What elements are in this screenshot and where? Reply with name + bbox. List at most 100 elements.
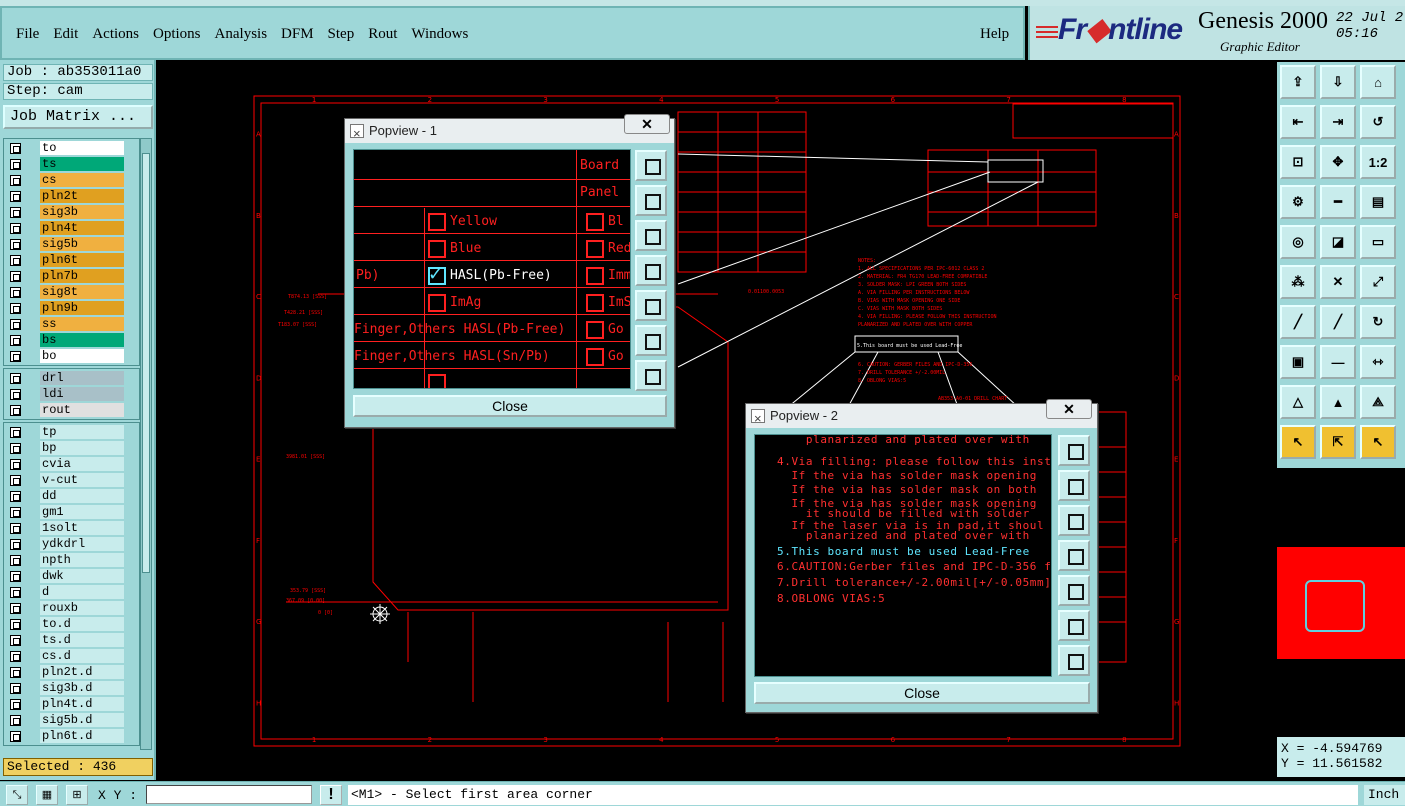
menu-edit[interactable]: Edit bbox=[53, 26, 78, 43]
layer-checkbox[interactable] bbox=[10, 427, 21, 438]
layer-checkbox[interactable] bbox=[10, 351, 21, 362]
layer-checkbox[interactable] bbox=[10, 571, 21, 582]
layer-name[interactable]: to.d bbox=[40, 617, 124, 631]
pad-icon[interactable]: ▣ bbox=[1280, 345, 1316, 379]
layer-name[interactable]: cvia bbox=[40, 457, 124, 471]
layer-checkbox[interactable] bbox=[10, 523, 21, 534]
pointer-box-icon[interactable]: ⇱ bbox=[1320, 425, 1356, 459]
layer-name[interactable]: bp bbox=[40, 441, 124, 455]
layer-row[interactable]: bs bbox=[4, 332, 139, 348]
layer-name[interactable]: pln2t bbox=[40, 189, 124, 203]
layer-checkbox[interactable] bbox=[10, 731, 21, 742]
layer-row[interactable]: pln4t.d bbox=[4, 696, 139, 712]
layer-checkbox[interactable] bbox=[10, 223, 21, 234]
slash-blue-icon[interactable]: ╱ bbox=[1320, 305, 1356, 339]
arc-icon[interactable]: ↻ bbox=[1360, 305, 1396, 339]
checkbox[interactable] bbox=[428, 374, 446, 388]
layer-checkbox[interactable] bbox=[10, 271, 21, 282]
pan-right-icon[interactable]: ⇥ bbox=[1320, 105, 1356, 139]
layer-row[interactable]: pln6t bbox=[4, 252, 139, 268]
layer-checkbox[interactable] bbox=[10, 207, 21, 218]
triangle-icon[interactable]: △ bbox=[1280, 385, 1316, 419]
layer-row[interactable]: cs.d bbox=[4, 648, 139, 664]
layer-name[interactable]: gm1 bbox=[40, 505, 124, 519]
layer-checkbox[interactable] bbox=[10, 619, 21, 630]
fit-icon[interactable] bbox=[635, 325, 667, 356]
zoom-ratio-button[interactable]: 1:2 bbox=[1360, 145, 1396, 179]
zoom-window-icon[interactable]: ⤡ bbox=[6, 785, 28, 805]
layer-name[interactable]: ydkdrl bbox=[40, 537, 124, 551]
layer-checkbox[interactable] bbox=[10, 239, 21, 250]
layer-name[interactable]: ts.d bbox=[40, 633, 124, 647]
checkbox[interactable] bbox=[586, 348, 604, 366]
layer-name[interactable]: pln7b bbox=[40, 269, 124, 283]
zoom-in-icon[interactable] bbox=[635, 185, 667, 216]
scrollbar-thumb[interactable] bbox=[142, 153, 150, 573]
layer-name[interactable]: pln9b bbox=[40, 301, 124, 315]
layer-row[interactable]: ydkdrl bbox=[4, 536, 139, 552]
line-icon[interactable]: ━ bbox=[1320, 185, 1356, 219]
layer-row[interactable]: sig8t bbox=[4, 284, 139, 300]
layers-icon[interactable]: ▤ bbox=[1360, 185, 1396, 219]
measure-icon[interactable]: ◪ bbox=[1320, 225, 1356, 259]
layer-name[interactable]: tp bbox=[40, 425, 124, 439]
menu-help[interactable]: Help bbox=[980, 26, 1009, 43]
layer-row[interactable]: to bbox=[4, 140, 139, 156]
menu-analysis[interactable]: Analysis bbox=[215, 26, 268, 43]
layer-row[interactable]: d bbox=[4, 584, 139, 600]
graphic-canvas[interactable]: NOTES: 1. ALL SPECIFICATIONS PER IPC-601… bbox=[158, 62, 1276, 780]
connect-icon[interactable]: ⤢ bbox=[1360, 265, 1396, 299]
layer-name[interactable]: sig5b.d bbox=[40, 713, 124, 727]
layer-row[interactable]: cs bbox=[4, 172, 139, 188]
xy-input[interactable] bbox=[146, 785, 312, 804]
layer-row[interactable]: pln7b bbox=[4, 268, 139, 284]
layer-checkbox[interactable] bbox=[10, 159, 21, 170]
layer-name[interactable]: pln4t bbox=[40, 221, 124, 235]
cad-drawing[interactable]: NOTES: 1. ALL SPECIFICATIONS PER IPC-601… bbox=[158, 62, 1276, 780]
warning-icon[interactable]: ! bbox=[320, 785, 342, 805]
menu-options[interactable]: Options bbox=[153, 26, 201, 43]
layer-checkbox[interactable] bbox=[10, 635, 21, 646]
popview-2-view[interactable]: planarized and plated over with 4.Via fil… bbox=[754, 434, 1052, 677]
layer-row[interactable]: bo bbox=[4, 348, 139, 364]
pan-right-icon[interactable] bbox=[635, 290, 667, 321]
layer-checkbox[interactable] bbox=[10, 491, 21, 502]
layer-checkbox[interactable] bbox=[10, 555, 21, 566]
menu-rout[interactable]: Rout bbox=[368, 26, 397, 43]
layer-row[interactable]: bp bbox=[4, 440, 139, 456]
layer-row[interactable]: ts bbox=[4, 156, 139, 172]
import-icon[interactable]: ⇩ bbox=[1320, 65, 1356, 99]
layer-name[interactable]: sig8t bbox=[40, 285, 124, 299]
layer-row[interactable]: dd bbox=[4, 488, 139, 504]
menu-step[interactable]: Step bbox=[328, 26, 355, 43]
snap-icon[interactable]: ◎ bbox=[1280, 225, 1316, 259]
layer-name[interactable]: d bbox=[40, 585, 124, 599]
ruler-icon[interactable]: ▭ bbox=[1360, 225, 1396, 259]
popview-1-view[interactable]: Board Panel Yellow Bl Blue Red Pb) HASL(Pb-Free… bbox=[353, 149, 631, 389]
popview-1-close-button[interactable]: Close bbox=[353, 395, 667, 417]
checkbox[interactable] bbox=[586, 321, 604, 339]
layer-row[interactable]: tp bbox=[4, 424, 139, 440]
pan-left-icon[interactable] bbox=[1058, 540, 1090, 571]
pan-left-icon[interactable]: ⇤ bbox=[1280, 105, 1316, 139]
zoom-center-icon[interactable]: ✥ bbox=[1320, 145, 1356, 179]
home-icon[interactable]: ⌂ bbox=[1360, 65, 1396, 99]
layer-row[interactable]: to.d bbox=[4, 616, 139, 632]
zoom-home-icon[interactable] bbox=[1058, 435, 1090, 466]
layer-row[interactable]: ts.d bbox=[4, 632, 139, 648]
layer-row[interactable]: cvia bbox=[4, 456, 139, 472]
layer-name[interactable]: drl bbox=[40, 371, 124, 385]
layer-name[interactable]: rouxb bbox=[40, 601, 124, 615]
checkbox[interactable] bbox=[586, 267, 604, 285]
nodes-icon[interactable]: ⁂ bbox=[1280, 265, 1316, 299]
layer-name[interactable]: to bbox=[40, 141, 124, 155]
layer-name[interactable]: cs bbox=[40, 173, 124, 187]
pointer-outline-icon[interactable]: ↖ bbox=[1360, 425, 1396, 459]
layer-row[interactable]: rouxb bbox=[4, 600, 139, 616]
checkbox[interactable] bbox=[586, 240, 604, 258]
popview-2-close-icon[interactable]: ✕ bbox=[1046, 399, 1092, 419]
layer-row[interactable]: gm1 bbox=[4, 504, 139, 520]
layer-checkbox[interactable] bbox=[10, 715, 21, 726]
pan-left-icon[interactable] bbox=[635, 255, 667, 286]
layer-checkbox[interactable] bbox=[10, 587, 21, 598]
